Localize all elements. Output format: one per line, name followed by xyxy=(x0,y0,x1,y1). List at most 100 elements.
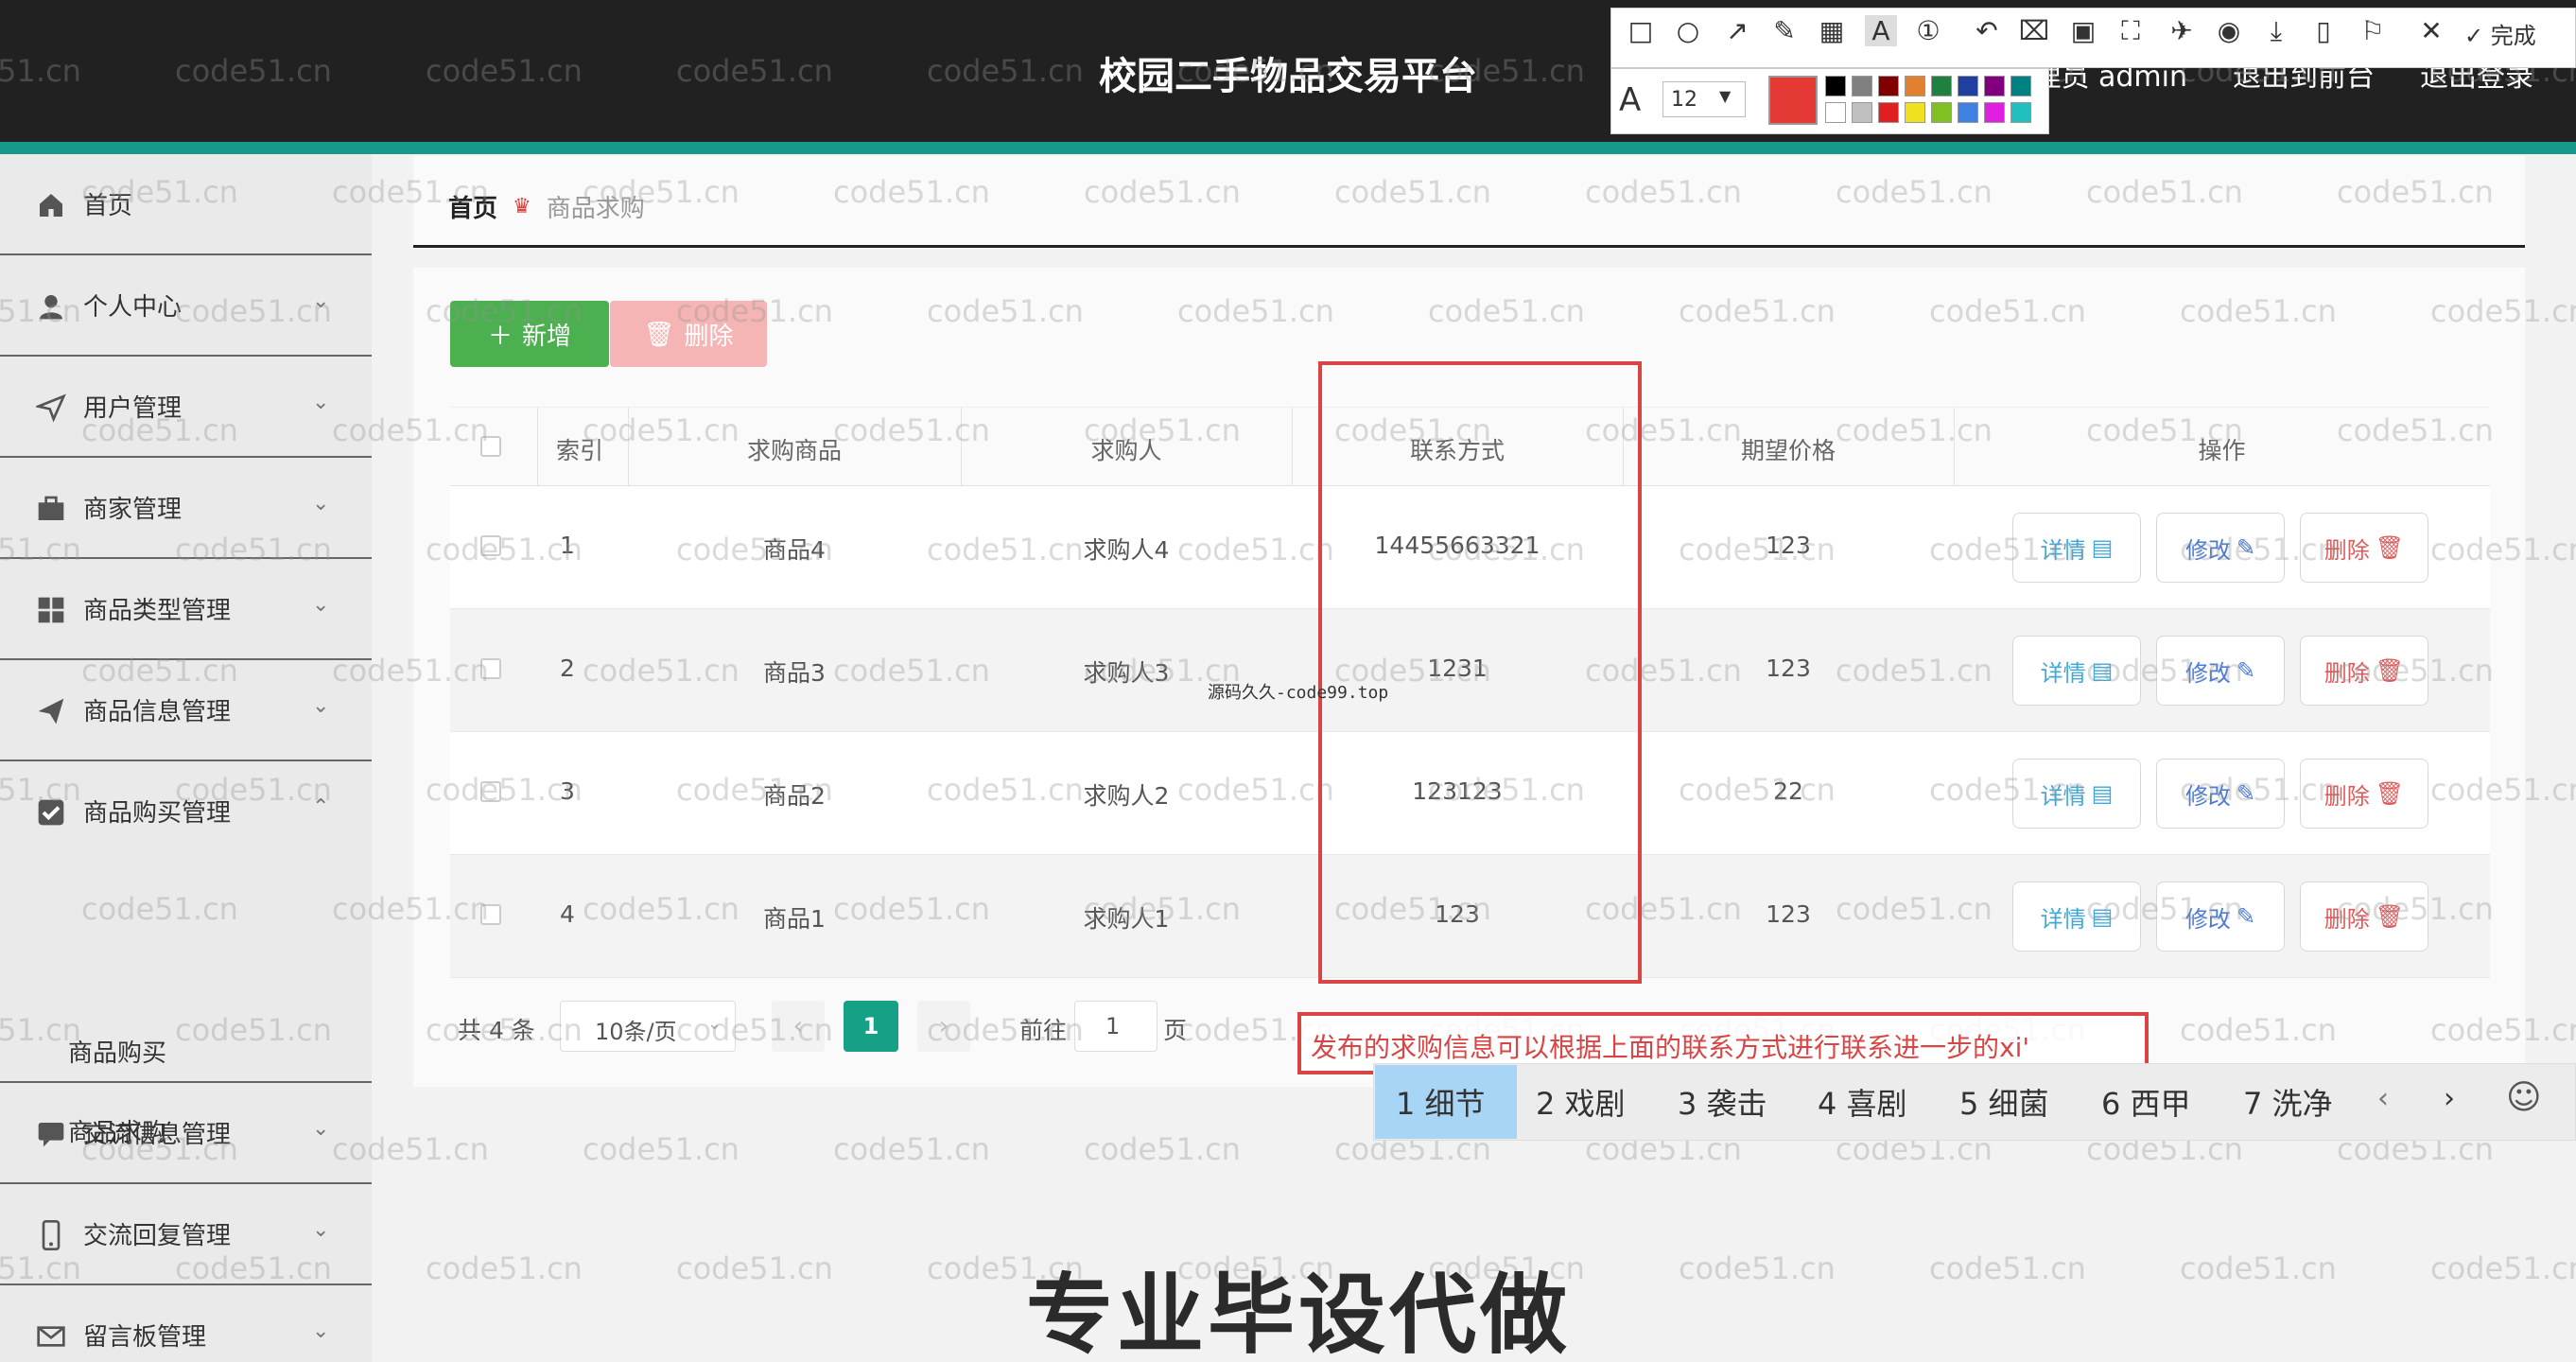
submenu-item-purchase[interactable]: 商品购买 xyxy=(68,1034,166,1069)
edit-button[interactable]: 修改 ✎ xyxy=(2156,636,2285,706)
row-checkbox[interactable] xyxy=(480,658,501,679)
color-swatch[interactable] xyxy=(1984,76,2005,96)
batch-delete-button[interactable]: 🗑 删除 xyxy=(610,301,767,367)
breadcrumb-home[interactable]: 首页 xyxy=(448,189,497,224)
color-swatch[interactable] xyxy=(1852,76,1872,96)
row-checkbox[interactable] xyxy=(480,904,501,925)
sidebar-item-merchants[interactable]: 商家管理 ⌄ xyxy=(0,458,372,559)
delete-label: 删除 xyxy=(2324,536,2370,564)
promo-text: 专业毕设代做 xyxy=(1026,1265,1572,1362)
detail-button[interactable]: 详情 ▤ xyxy=(2012,513,2141,583)
prev-page-button[interactable]: ‹ xyxy=(772,1001,825,1052)
number-tool-icon[interactable]: ① xyxy=(1912,15,1944,46)
download-icon[interactable]: ⤓ xyxy=(2260,15,2292,47)
arrow-tool-icon[interactable]: ↗ xyxy=(1721,15,1753,46)
ime-candidate[interactable]: 5 细菌 xyxy=(1959,1080,2049,1124)
sidebar-item-replies[interactable]: 交流回复管理 ⌄ xyxy=(0,1184,372,1285)
emoji-icon[interactable]: ☺ xyxy=(2506,1078,2542,1117)
edit-button[interactable]: 修改 ✎ xyxy=(2156,759,2285,829)
sidebar-item-guestbook[interactable]: 留言板管理 ⌄ xyxy=(0,1285,372,1362)
detail-label: 详情 xyxy=(2040,782,2086,810)
chevron-left-icon[interactable]: ‹ xyxy=(2377,1082,2389,1115)
column-header-price: 期望价格 xyxy=(1740,437,1836,464)
text-tool-icon[interactable]: A xyxy=(1865,15,1897,46)
current-color-swatch[interactable] xyxy=(1768,76,1818,125)
color-swatch[interactable] xyxy=(1825,76,1846,96)
color-swatch[interactable] xyxy=(1878,102,1899,123)
goto-page-input[interactable]: 1 xyxy=(1074,1001,1157,1052)
color-swatch[interactable] xyxy=(1984,102,2005,123)
detail-button[interactable]: 详情 ▤ xyxy=(2012,759,2141,829)
pen-tool-icon[interactable]: ✎ xyxy=(1768,15,1801,46)
detail-button[interactable]: 详情 ▤ xyxy=(2012,882,2141,952)
sidebar-item-users[interactable]: 用户管理 ⌄ xyxy=(0,357,372,458)
record-icon[interactable]: ◉ xyxy=(2213,15,2245,46)
select-all-checkbox[interactable] xyxy=(480,436,501,457)
done-button[interactable]: ✓ 完成 xyxy=(2464,17,2536,50)
ocr-icon[interactable]: ▣ xyxy=(2067,15,2099,46)
ime-candidate[interactable]: 3 袭击 xyxy=(1678,1080,1767,1124)
pin-icon[interactable]: ✈ xyxy=(2166,15,2198,46)
sidebar-item-home[interactable]: 首页 xyxy=(0,154,372,255)
mosaic-tool-icon[interactable]: ▦ xyxy=(1816,15,1848,46)
sidebar-item-profile[interactable]: 个人中心 ⌄ xyxy=(0,255,372,357)
scan-icon[interactable]: ⛶ xyxy=(2115,15,2147,47)
chevron-left-icon: ‹ xyxy=(792,1012,804,1040)
add-button[interactable]: ＋ 新增 xyxy=(450,301,609,367)
ime-candidate[interactable]: 7 洗净 xyxy=(2243,1080,2333,1124)
color-swatch[interactable] xyxy=(1931,76,1952,96)
sidebar-item-product-info[interactable]: 商品信息管理 ⌄ xyxy=(0,660,372,761)
checkbox-icon xyxy=(38,799,64,826)
font-size-select[interactable]: 12 xyxy=(1662,81,1746,117)
pagination-total: 共 4 条 xyxy=(458,1017,535,1044)
detail-button[interactable]: 详情 ▤ xyxy=(2012,636,2141,706)
delete-button[interactable]: 删除 🗑 xyxy=(2300,882,2428,952)
ime-candidate[interactable]: 4 喜剧 xyxy=(1818,1080,1907,1124)
color-swatch[interactable] xyxy=(1825,102,1846,123)
color-swatch[interactable] xyxy=(1852,102,1872,123)
ime-candidate[interactable]: 6 西甲 xyxy=(2101,1080,2191,1124)
close-icon[interactable]: ✕ xyxy=(2415,15,2447,46)
paper-plane-icon xyxy=(38,698,64,725)
delete-button[interactable]: 删除 🗑 xyxy=(2300,636,2428,706)
color-swatch[interactable] xyxy=(1878,76,1899,96)
chevron-down-icon: ⌄ xyxy=(312,694,330,718)
chevron-right-icon[interactable]: › xyxy=(2444,1082,2455,1115)
color-swatch[interactable] xyxy=(2010,102,2031,123)
color-swatch[interactable] xyxy=(1905,76,1925,96)
page-number-active[interactable]: 1 xyxy=(844,1001,898,1052)
detail-icon: ▤ xyxy=(2091,534,2114,561)
column-divider xyxy=(537,408,538,487)
sidebar-item-label: 商品类型管理 xyxy=(83,597,232,625)
column-header-actions: 操作 xyxy=(2198,437,2246,464)
goto-label: 前往 xyxy=(1019,1017,1068,1044)
ime-candidate[interactable]: 1 细节 xyxy=(1396,1080,1486,1124)
detail-label: 详情 xyxy=(2040,536,2086,564)
row-checkbox[interactable] xyxy=(480,781,501,802)
next-page-button[interactable]: › xyxy=(917,1001,970,1052)
bookmark-icon[interactable]: ⚐ xyxy=(2357,15,2389,46)
chevron-down-icon: ⌄ xyxy=(312,1218,330,1242)
phone-icon xyxy=(42,1220,61,1250)
trash-icon: 🗑 xyxy=(2375,534,2405,561)
sidebar-item-purchase[interactable]: 商品购买管理 ⌃ 商品购买 商品求购 xyxy=(0,761,372,1147)
color-swatch[interactable] xyxy=(2010,76,2031,96)
edit-button[interactable]: 修改 ✎ xyxy=(2156,513,2285,583)
delete-button[interactable]: 删除 🗑 xyxy=(2300,759,2428,829)
delete-button[interactable]: 删除 🗑 xyxy=(2300,513,2428,583)
delete-label: 删除 xyxy=(2324,659,2370,687)
color-swatch[interactable] xyxy=(1958,102,1978,123)
clear-icon[interactable]: ⌧ xyxy=(2018,15,2050,46)
color-swatch[interactable] xyxy=(1958,76,1978,96)
rectangle-tool-icon[interactable]: □ xyxy=(1625,15,1657,46)
color-swatch[interactable] xyxy=(1905,102,1925,123)
color-swatch[interactable] xyxy=(1931,102,1952,123)
sidebar-item-messages[interactable]: 交流信息管理 ⌄ xyxy=(0,1083,372,1184)
ellipse-tool-icon[interactable]: ○ xyxy=(1672,15,1704,46)
row-checkbox[interactable] xyxy=(480,535,501,556)
sidebar-item-product-types[interactable]: 商品类型管理 ⌄ xyxy=(0,559,372,660)
phone-icon[interactable]: ▯ xyxy=(2307,15,2340,46)
edit-button[interactable]: 修改 ✎ xyxy=(2156,882,2285,952)
ime-candidate[interactable]: 2 戏剧 xyxy=(1536,1080,1626,1124)
undo-icon[interactable]: ↶ xyxy=(1971,15,2003,46)
